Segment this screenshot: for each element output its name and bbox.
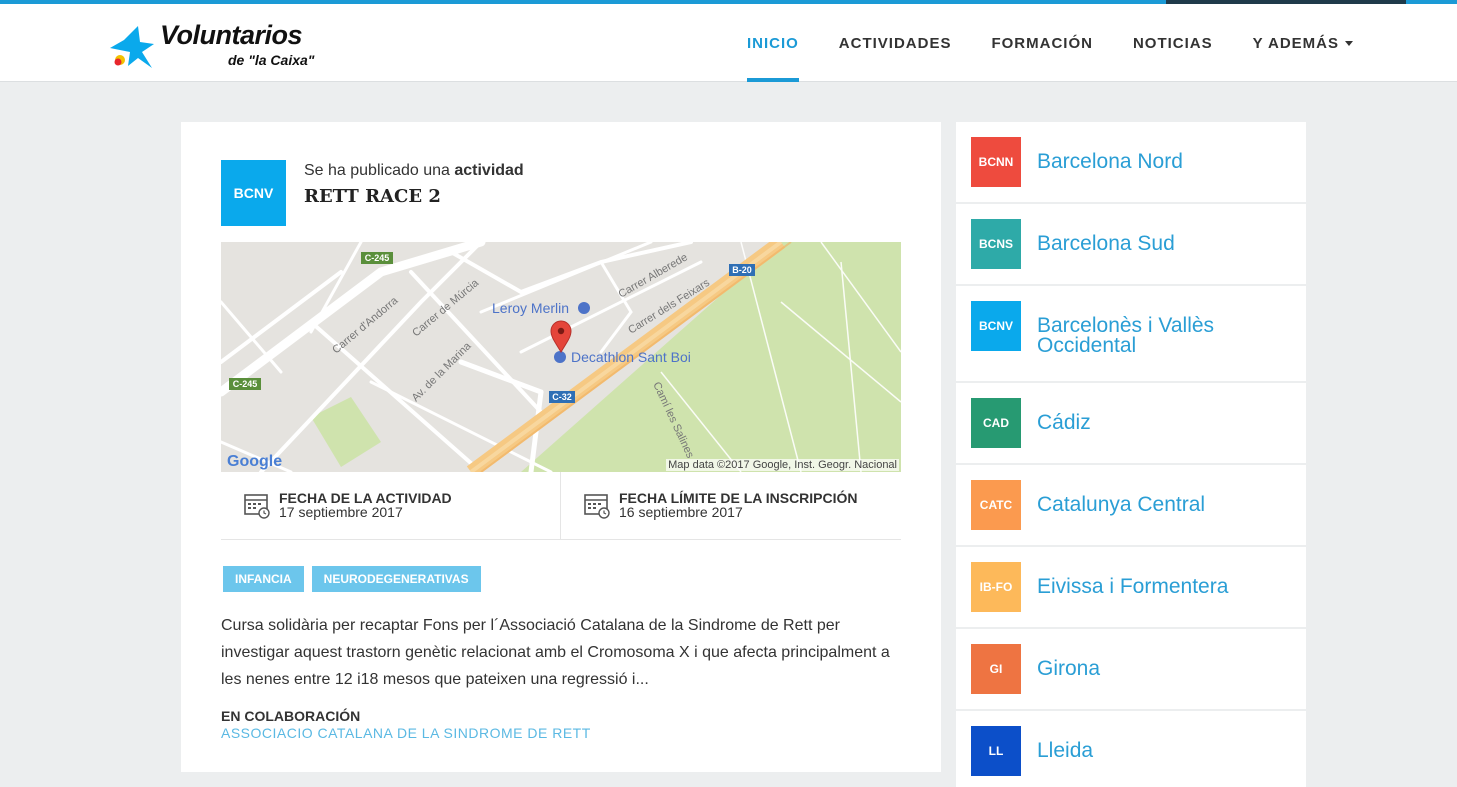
published-text: Se ha publicado una actividad [304, 162, 524, 180]
caret-down-icon [1345, 40, 1353, 46]
collaboration-link[interactable]: ASSOCIACIO CATALANA DE LA SINDROME DE RE… [221, 725, 591, 741]
activity-date: FECHA DE LA ACTIVIDAD 17 septiembre 2017 [221, 472, 561, 540]
collaboration-label: EN COLABORACIÓN [221, 708, 361, 724]
sidebar-item-cad[interactable]: CAD Cádiz [956, 383, 1306, 465]
region-code-badge: BCNV [971, 301, 1021, 351]
sidebar-item-bcns[interactable]: BCNS Barcelona Sud [956, 204, 1306, 286]
region-sidebar: BCNN Barcelona Nord BCNS Barcelona Sud B… [956, 122, 1306, 787]
date-value: 17 septiembre 2017 [279, 504, 403, 520]
nav-label: INICIO [746, 34, 799, 52]
region-name: Cádiz [1037, 411, 1091, 434]
region-code-badge: LL [971, 726, 1021, 776]
tag-neurodegenerativas[interactable]: NEURODEGENERATIVAS [311, 566, 481, 592]
activity-map[interactable]: C-245 C-245 B-20 C-32 Carrer d'Andorra C… [221, 242, 901, 472]
nav-actividades[interactable]: ACTIVIDADES [819, 4, 972, 82]
region-name: Lleida [1037, 739, 1094, 762]
date-value: 16 septiembre 2017 [619, 504, 743, 520]
region-name: Barcelona Sud [1037, 232, 1175, 255]
shopping-icon [578, 302, 590, 314]
registration-deadline: FECHA LÍMITE DE LA INSCRIPCIÓN 16 septie… [561, 472, 901, 540]
published-prefix: Se ha publicado una [304, 162, 455, 179]
tag-infancia[interactable]: INFANCIA [223, 566, 304, 592]
region-code-badge: CATC [971, 480, 1021, 530]
region-name: Eivissa i Formentera [1037, 575, 1229, 598]
la-caixa-star-icon [110, 26, 154, 68]
shopping-icon [554, 351, 566, 363]
sidebar-item-ib-fo[interactable]: IB-FO Eivissa i Formentera [956, 547, 1306, 629]
published-type: actividad [454, 162, 524, 179]
road-shield-c32: C-32 [552, 392, 572, 402]
sidebar-item-ll[interactable]: LL Lleida [956, 711, 1306, 787]
road-shield-b20: B-20 [732, 265, 752, 275]
region-name: Barcelona Nord [1037, 150, 1183, 173]
activity-dates: FECHA DE LA ACTIVIDAD 17 septiembre 2017… [221, 472, 901, 540]
calendar-icon [244, 494, 270, 519]
sidebar-item-bcnn[interactable]: BCNN Barcelona Nord [956, 122, 1306, 204]
brand-name: Voluntarios [160, 20, 303, 50]
sidebar-item-bcnv[interactable]: BCNV Barcelonès i Vallès Occidental [956, 286, 1306, 383]
logo[interactable]: Voluntarios de "la Caixa" [108, 20, 338, 74]
google-logo: Google [227, 453, 282, 470]
main-nav: INICIO ACTIVIDADES FORMACIÓN NOTICIAS Y … [727, 4, 1373, 82]
calendar-icon [584, 494, 610, 519]
brand-subtitle: de "la Caixa" [228, 52, 315, 68]
poi-decathlon: Decathlon Sant Boi [571, 349, 691, 365]
region-code-badge: BCNS [971, 219, 1021, 269]
nav-label: Y ADEMÁS [1252, 34, 1339, 52]
activity-title[interactable]: RETT RACE 2 [304, 186, 441, 207]
nav-noticias[interactable]: NOTICIAS [1113, 4, 1233, 82]
sidebar-item-catc[interactable]: CATC Catalunya Central [956, 465, 1306, 547]
map-canvas: C-245 C-245 B-20 C-32 Carrer d'Andorra C… [221, 242, 901, 472]
sidebar-item-gi[interactable]: GI Girona [956, 629, 1306, 711]
road-shield-c245-left: C-245 [233, 379, 258, 389]
poi-leroy-merlin: Leroy Merlin [492, 300, 569, 316]
nav-inicio[interactable]: INICIO [727, 4, 819, 82]
tag-list: INFANCIA NEURODEGENERATIVAS [223, 566, 481, 592]
region-code-badge: GI [971, 644, 1021, 694]
region-code-badge: IB-FO [971, 562, 1021, 612]
map-copyright[interactable]: Map data ©2017 Google, Inst. Geogr. Naci… [666, 459, 899, 471]
region-code-badge: CAD [971, 398, 1021, 448]
nav-label: FORMACIÓN [991, 34, 1093, 52]
region-name: Girona [1037, 657, 1101, 680]
region-name: Catalunya Central [1037, 493, 1206, 516]
region-badge[interactable]: BCNV [221, 160, 286, 226]
region-code-badge: BCNN [971, 137, 1021, 187]
nav-label: NOTICIAS [1132, 34, 1213, 52]
nav-label: ACTIVIDADES [838, 34, 952, 52]
road-shield-c245-top: C-245 [365, 253, 390, 263]
activity-card: BCNV Se ha publicado una actividad RETT … [181, 122, 941, 772]
region-name: Barcelonès i Vallès Occidental [1037, 314, 1215, 357]
nav-formacion[interactable]: FORMACIÓN [971, 4, 1113, 82]
nav-y-ademas[interactable]: Y ADEMÁS [1233, 4, 1373, 82]
activity-description: Cursa solidària per recaptar Fons per l´… [221, 617, 890, 688]
site-header: Voluntarios de "la Caixa" INICIO ACTIVID… [0, 4, 1457, 82]
